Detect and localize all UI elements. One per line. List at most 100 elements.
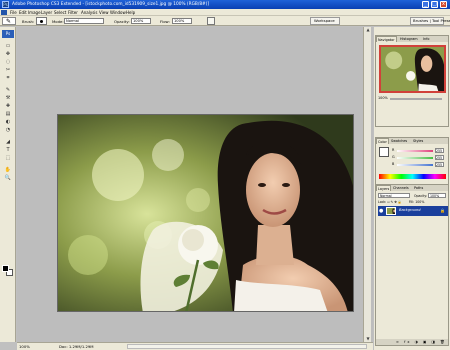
layer-opacity-field[interactable]: 100% (428, 193, 446, 198)
color-preview-swatch[interactable] (379, 147, 389, 157)
zoom-tool-icon[interactable]: 🔍 (3, 175, 13, 181)
minimize-button[interactable]: _ (422, 1, 429, 8)
menu-help[interactable]: Help (126, 10, 135, 15)
green-value[interactable]: 255 (435, 155, 444, 160)
crop-tool-icon[interactable]: ✂ (3, 67, 13, 73)
horizontal-scrollbar[interactable] (127, 344, 367, 349)
navigator-panel: Navigator Histogram Info 100% (375, 35, 449, 127)
blue-value[interactable]: 255 (435, 162, 444, 167)
pen-tool-icon[interactable]: ◢ (3, 139, 13, 145)
hand-tool-icon[interactable]: ✋ (3, 167, 13, 173)
color-spectrum[interactable] (379, 174, 446, 179)
menu-view[interactable]: View (99, 10, 109, 15)
eye-icon[interactable]: ● (379, 208, 383, 214)
color-row-g: G 255 (392, 155, 444, 160)
tab-channels[interactable]: Channels (392, 185, 410, 191)
menu-file[interactable]: File (10, 10, 17, 15)
workspace-button[interactable]: Workspace (310, 17, 340, 25)
red-value[interactable]: 255 (435, 148, 444, 153)
color-panel: Color Swatches Styles R 255 G 255 B 255 (375, 137, 449, 185)
tab-color[interactable]: Color (376, 138, 389, 144)
app-menu-icon[interactable] (1, 10, 7, 15)
stamp-tool-icon[interactable]: ⚒ (3, 95, 13, 101)
layer-name: Background (399, 208, 421, 212)
move-tool-icon[interactable]: ✥ (3, 51, 13, 57)
tab-styles[interactable]: Styles (412, 138, 424, 144)
menu-filter[interactable]: Filter (68, 10, 78, 15)
navigator-zoom[interactable]: 100% (378, 96, 388, 100)
menu-analysis[interactable]: Analysis (81, 10, 97, 15)
brushes-panel-tab[interactable]: Brushes | Tool Preset (410, 17, 450, 25)
menu-select[interactable]: Select (54, 10, 66, 15)
flow-label: Flow: (160, 19, 170, 24)
title-bar: Ps Adobe Photoshop CS3 Extended - [istoc… (0, 0, 450, 9)
shape-tool-icon[interactable]: ⬚ (3, 155, 13, 161)
blue-label: B (392, 162, 395, 166)
foreground-color-swatch[interactable] (2, 265, 9, 272)
layer-lock-icon: 🔒 (440, 208, 445, 213)
photoshop-logo-icon: Ps (2, 1, 9, 8)
menu-image[interactable]: Image (28, 10, 41, 15)
toolbox: Ps ▭ ✥ ◌ ✂ ⌗ ✎ ⚒ ✚ ▤ ◐ ◔ ◢ T ⬚ ✋ 🔍 (0, 27, 16, 342)
close-button[interactable]: x (440, 1, 447, 8)
brush-tool-icon[interactable]: ✎ (3, 87, 13, 93)
lock-label: Lock: (378, 200, 387, 204)
navigator-thumbnail[interactable] (379, 45, 446, 93)
mode-label: Mode: (52, 19, 64, 24)
flow-field[interactable]: 100% (172, 18, 192, 24)
layer-thumbnail (386, 207, 396, 215)
blend-mode-select[interactable]: Normal (378, 193, 410, 198)
zoom-level[interactable]: 100% (19, 343, 30, 350)
color-row-b: B 255 (392, 162, 444, 167)
layers-footer-icons[interactable]: ∞ fx ◑ ▣ ◨ 🗑 (376, 339, 448, 345)
type-tool-icon[interactable]: T (3, 147, 13, 153)
dodge-tool-icon[interactable]: ◔ (3, 127, 13, 133)
document-size: Doc: 1.29M/1.29M (59, 344, 94, 349)
layers-panel: Layers Channels Paths Normal Opacity: 10… (375, 184, 449, 346)
lasso-tool-icon[interactable]: ◌ (3, 59, 13, 65)
layer-row-background[interactable]: ● Background 🔒 (378, 206, 448, 216)
options-bar: ✎ Brush: Mode: Normal Opacity: 100% Flow… (0, 16, 450, 26)
status-bar: 100% Doc: 1.29M/1.29M (17, 342, 373, 350)
tool-preset-picker[interactable]: ✎ (2, 17, 16, 25)
lock-icons[interactable]: ▫ ✎ ✥ 🔒 (387, 200, 403, 204)
eraser-tool-icon[interactable]: ▤ (3, 111, 13, 117)
menu-edit[interactable]: Edit (19, 10, 27, 15)
image-canvas[interactable] (57, 114, 354, 312)
menu-window[interactable]: Window (110, 10, 126, 15)
navigator-zoom-slider[interactable] (390, 98, 442, 100)
maximize-button[interactable]: □ (431, 1, 438, 8)
brush-tip-icon (40, 20, 43, 23)
fill-label: Fill: (408, 200, 415, 204)
airbrush-toggle-icon[interactable] (207, 17, 215, 25)
blue-slider[interactable] (397, 164, 433, 166)
tab-navigator[interactable]: Navigator (376, 36, 397, 42)
menu-layer[interactable]: Layer (41, 10, 52, 15)
red-slider[interactable] (397, 150, 433, 152)
tab-info[interactable]: Info (422, 36, 430, 42)
layer-thumbnail-image (387, 208, 395, 214)
vertical-scrollbar[interactable]: ▲ ▼ (363, 27, 371, 342)
opacity-field[interactable]: 100% (131, 18, 151, 24)
brush-tool-icon: ✎ (6, 18, 12, 25)
opacity-label: Opacity: (114, 19, 130, 24)
green-slider[interactable] (397, 157, 433, 159)
tab-swatches[interactable]: Swatches (390, 138, 408, 144)
tab-layers[interactable]: Layers (376, 185, 392, 191)
layer-opacity-label: Opacity: (414, 194, 428, 198)
portrait-photo (58, 115, 353, 311)
scroll-up-icon[interactable]: ▲ (364, 27, 372, 33)
gradient-tool-icon[interactable]: ◐ (3, 119, 13, 125)
healing-tool-icon[interactable]: ✚ (3, 103, 13, 109)
brush-picker[interactable] (36, 17, 47, 25)
tab-histogram[interactable]: Histogram (399, 36, 419, 42)
tab-paths[interactable]: Paths (413, 185, 424, 191)
panel-dock: Navigator Histogram Info 100% Color Swat… (374, 27, 450, 350)
red-label: R (392, 148, 395, 152)
fill-value[interactable]: 100% (415, 200, 424, 204)
marquee-tool-icon[interactable]: ▭ (3, 43, 13, 49)
mode-select[interactable]: Normal (64, 18, 104, 24)
slice-tool-icon[interactable]: ⌗ (3, 75, 13, 81)
green-label: G (392, 155, 395, 159)
navigator-preview (381, 47, 444, 91)
